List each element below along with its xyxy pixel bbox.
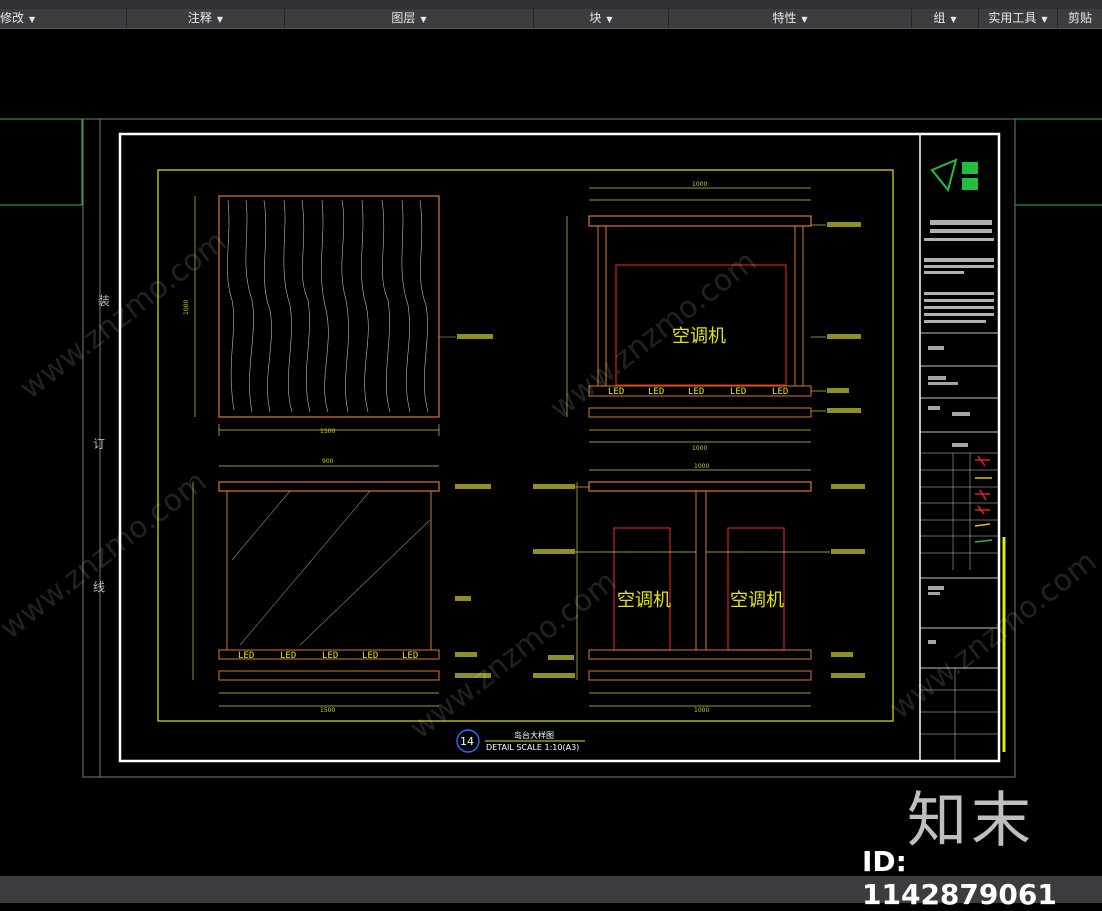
- led-label: LED: [322, 651, 338, 661]
- ribbon-tab-properties[interactable]: 特性 ▼: [669, 9, 912, 28]
- chevron-down-icon: ▼: [1041, 15, 1048, 24]
- ac-label-3: 空调机: [730, 590, 784, 611]
- watermark-id: ID: 1142879061: [862, 845, 1057, 911]
- chevron-down-icon: ▼: [606, 15, 613, 24]
- svg-text:www.znzmo.com: www.znzmo.com: [403, 564, 623, 746]
- signature-marks: [974, 455, 993, 543]
- ribbon-tab-annotate[interactable]: 注释 ▼: [127, 9, 285, 28]
- ribbon-panel-bar: 修改 ▼ 注释 ▼ 图层 ▼ 块 ▼ 特性 ▼ 组 ▼ 实用工具 ▼ 剪贴: [0, 0, 1102, 29]
- tab-label: 注释: [187, 11, 212, 25]
- chevron-down-icon: ▼: [420, 15, 427, 24]
- tab-label: 剪贴: [1067, 11, 1092, 25]
- svg-text:www.znzmo.com: www.znzmo.com: [543, 244, 763, 426]
- chevron-down-icon: ▼: [801, 15, 808, 24]
- led-label: LED: [648, 387, 664, 397]
- adjacent-sheet-left: [0, 118, 83, 206]
- detail-title: 岛台大样图: [514, 730, 554, 740]
- ribbon-top-strip: [0, 0, 1102, 9]
- dim-width-label: 1500: [320, 428, 335, 435]
- svg-text:www.znzmo.com: www.znzmo.com: [0, 464, 213, 646]
- dim-height-label: 1000: [183, 300, 190, 315]
- tab-label: 块: [589, 11, 602, 25]
- ribbon-tab-block[interactable]: 块 ▼: [534, 9, 669, 28]
- dim-label: 1500: [320, 707, 335, 714]
- sheet-border: [82, 118, 1016, 778]
- adjacent-sheet-right: [1014, 118, 1102, 206]
- chevron-down-icon: ▼: [950, 15, 957, 24]
- ribbon-tab-utilities[interactable]: 实用工具 ▼: [979, 9, 1058, 28]
- ribbon-tab-clipboard[interactable]: 剪贴: [1058, 9, 1102, 28]
- dim-label: 900: [322, 458, 334, 465]
- elevation-top-right: 空调机 LED LED LED LED LED 1000 1000: [566, 181, 861, 452]
- drawing-canvas[interactable]: 装 订 线 1500 1000 空调机 LED LED LED LED LED …: [0, 29, 1102, 876]
- dim-label: 1000: [694, 463, 709, 470]
- detail-scale: DETAIL SCALE 1:10(A3): [486, 743, 579, 752]
- svg-text:www.znzmo.com: www.znzmo.com: [883, 544, 1102, 726]
- tab-label: 图层: [391, 11, 416, 25]
- dim-label: 1000: [692, 181, 707, 188]
- tab-label: 组: [933, 11, 946, 25]
- led-label: LED: [280, 651, 296, 661]
- tab-label: 修改: [0, 11, 25, 25]
- elevation-bottom-left: LED LED LED LED LED 900 1500: [192, 458, 491, 714]
- dim-label: 1000: [694, 707, 709, 714]
- binding-char-2: 订: [93, 437, 105, 451]
- elevation-top-left: 1500 1000: [183, 195, 493, 436]
- company-logo-icon: [930, 158, 978, 193]
- chevron-down-icon: ▼: [29, 15, 36, 24]
- ribbon-tab-layers[interactable]: 图层 ▼: [285, 9, 534, 28]
- svg-text:www.znzmo.com: www.znzmo.com: [13, 224, 233, 406]
- title-frame: [118, 132, 1001, 763]
- led-label: LED: [362, 651, 378, 661]
- led-label: LED: [238, 651, 254, 661]
- led-label: LED: [730, 387, 746, 397]
- tab-label: 特性: [772, 11, 797, 25]
- detail-number: 14: [460, 735, 474, 748]
- ribbon-tab-group[interactable]: 组 ▼: [912, 9, 979, 28]
- ac-label-2: 空调机: [617, 590, 671, 611]
- tab-label: 实用工具: [988, 11, 1037, 25]
- chevron-down-icon: ▼: [216, 15, 224, 24]
- led-label: LED: [772, 387, 788, 397]
- ribbon-tab-modify[interactable]: 修改 ▼: [0, 9, 127, 28]
- cad-drawing: 装 订 线 1500 1000 空调机 LED LED LED LED LED …: [0, 118, 1102, 778]
- led-label: LED: [402, 651, 418, 661]
- drawing-title-block: 14 岛台大样图 DETAIL SCALE 1:10(A3): [456, 729, 585, 753]
- dim-label: 1000: [692, 445, 707, 452]
- led-label: LED: [688, 387, 704, 397]
